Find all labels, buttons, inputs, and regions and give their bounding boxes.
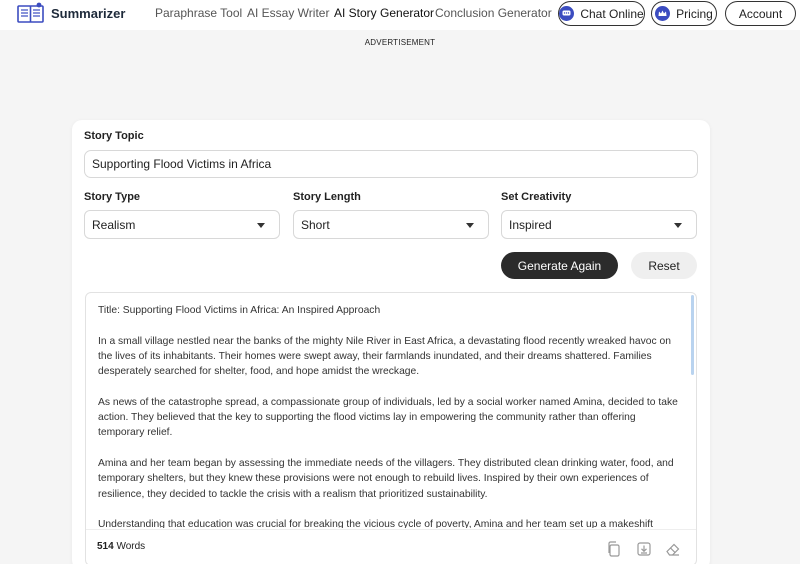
story-length-label: Story Length xyxy=(293,191,361,203)
story-paragraph: In a small village nestled near the bank… xyxy=(98,335,671,378)
story-paragraph: Understanding that education was crucial… xyxy=(98,519,653,528)
word-count: 514 Words xyxy=(97,541,145,552)
account-label: Account xyxy=(738,6,783,21)
pricing-button[interactable]: Pricing xyxy=(651,1,717,26)
set-creativity-select[interactable]: Inspired xyxy=(501,210,697,239)
download-icon[interactable] xyxy=(635,540,653,558)
nav-link-paraphrase-tool[interactable]: Paraphrase Tool xyxy=(155,6,242,20)
chevron-down-icon xyxy=(466,223,474,228)
account-button[interactable]: Account xyxy=(725,1,796,26)
book-logo-icon xyxy=(17,2,44,23)
story-topic-label: Story Topic xyxy=(84,130,144,142)
story-length-select[interactable]: Short xyxy=(293,210,489,239)
chevron-down-icon xyxy=(674,223,682,228)
crown-icon xyxy=(655,6,671,21)
story-title-paragraph: Title: Supporting Flood Victims in Afric… xyxy=(98,305,381,316)
generate-again-button[interactable]: Generate Again xyxy=(501,252,618,279)
word-count-unit: Words xyxy=(116,541,146,552)
story-output-text[interactable]: Title: Supporting Flood Victims in Afric… xyxy=(98,303,680,528)
top-navigation-bar: Summarizer Paraphrase Tool AI Essay Writ… xyxy=(0,0,800,30)
brand-logo[interactable]: Summarizer xyxy=(17,2,125,24)
story-type-value: Realism xyxy=(92,217,136,232)
brand-name: Summarizer xyxy=(51,5,126,21)
story-type-label: Story Type xyxy=(84,191,141,203)
story-topic-input[interactable] xyxy=(84,150,698,178)
set-creativity-label: Set Creativity xyxy=(501,191,572,203)
eraser-icon[interactable] xyxy=(664,540,682,558)
pricing-label: Pricing xyxy=(676,6,713,21)
chat-online-button[interactable]: Chat Online xyxy=(558,1,645,26)
nav-link-conclusion-generator[interactable]: Conclusion Generator xyxy=(435,6,552,20)
story-paragraph: Amina and her team began by assessing th… xyxy=(98,457,674,500)
story-paragraph: As news of the catastrophe spread, a com… xyxy=(98,396,678,439)
story-length-value: Short xyxy=(301,217,330,232)
output-scrollbar[interactable] xyxy=(691,295,694,375)
reset-button[interactable]: Reset xyxy=(631,252,697,279)
advertisement-label: ADVERTISEMENT xyxy=(364,38,436,47)
chat-bubble-icon xyxy=(559,6,575,21)
output-footer: 514 Words xyxy=(86,529,696,564)
story-type-select[interactable]: Realism xyxy=(84,210,280,239)
nav-link-ai-story-generator[interactable]: AI Story Generator xyxy=(334,6,434,20)
chevron-down-icon xyxy=(257,223,265,228)
story-generator-card: Story Topic Story Type Realism Story Len… xyxy=(72,120,710,564)
chat-online-label: Chat Online xyxy=(580,6,644,21)
story-output-panel: Title: Supporting Flood Victims in Afric… xyxy=(85,292,697,564)
word-count-value: 514 xyxy=(97,541,114,552)
set-creativity-value: Inspired xyxy=(509,217,552,232)
copy-icon[interactable] xyxy=(605,540,623,558)
nav-link-ai-essay-writer[interactable]: AI Essay Writer xyxy=(247,6,329,20)
